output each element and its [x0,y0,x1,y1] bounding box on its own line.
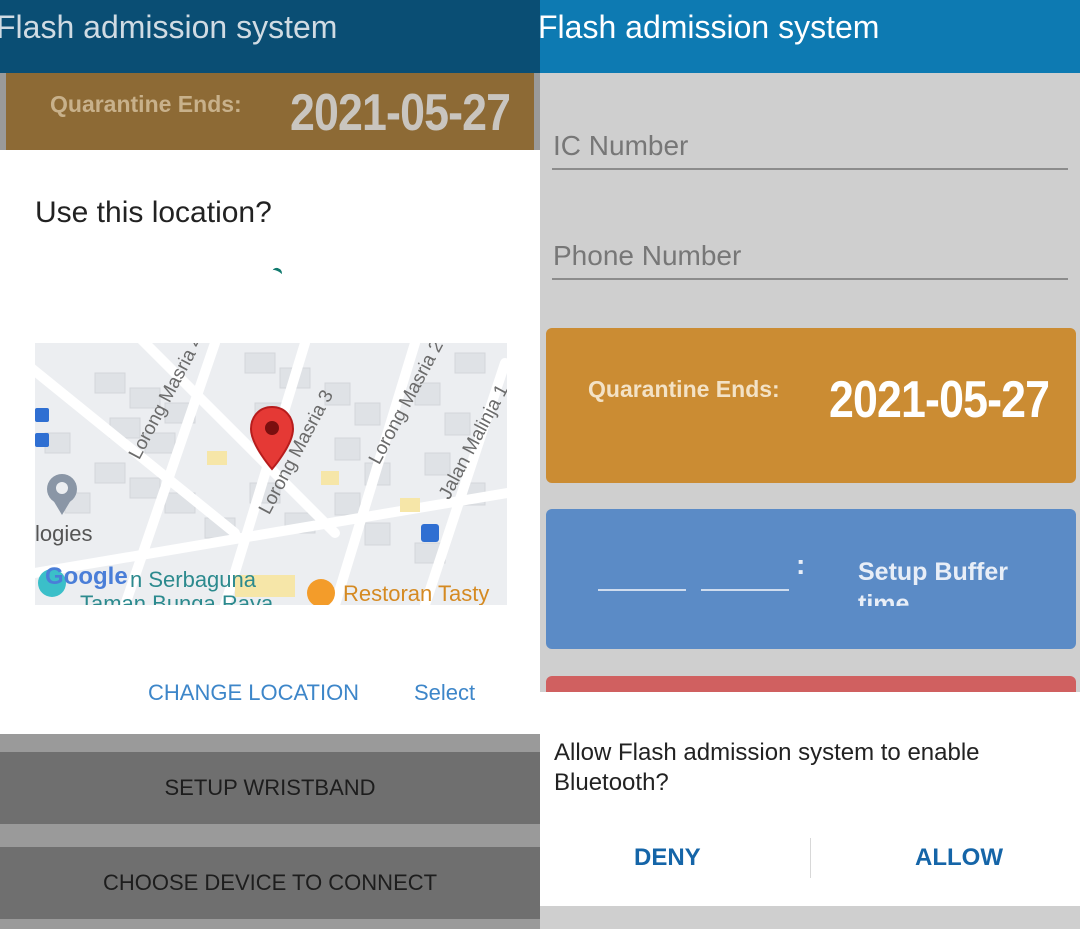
dialog-title: Use this location? [35,196,272,229]
loading-spinner-icon [270,266,284,279]
quarantine-label: Quarantine Ends: [588,376,780,402]
app-title: Flash admission system [540,9,880,45]
choose-device-button[interactable]: CHOOSE DEVICE TO CONNECT [0,847,540,919]
setup-buffer-label: Setup Buffer time [858,558,1008,606]
buffer-hours-input[interactable] [598,589,686,591]
setup-wristband-button[interactable]: SETUP WRISTBAND [0,752,540,824]
phone-number-underline [552,278,1068,280]
place-label: n Serbaguna [130,567,256,592]
location-dialog: Use this location? Lorong Masria 4 Loron… [0,150,540,734]
left-screen: Flash admission system Quarantine Ends: … [0,0,540,929]
button-divider [810,838,811,878]
app-bar: Flash admission system [540,0,1080,73]
app-bar: Flash admission system [0,0,540,73]
select-button[interactable]: Select [414,680,475,706]
place-label: logies [35,521,93,546]
buffer-minutes-input[interactable] [701,589,789,591]
quarantine-date: 2021-05-27 [290,84,511,142]
deny-button[interactable]: DENY [634,844,701,872]
quarantine-date: 2021-05-27 [829,371,1050,429]
change-location-button[interactable]: CHANGE LOCATION [148,680,359,706]
quarantine-card: Quarantine Ends: 2021-05-27 [546,328,1076,483]
bluetooth-message: Allow Flash admission system to enable B… [554,739,980,796]
bluetooth-permission-dialog: Allow Flash admission system to enable B… [540,692,1080,906]
map-preview[interactable]: Lorong Masria 4 Lorong Masria 3 Lorong M… [35,343,507,605]
buffer-time-card[interactable]: : Setup Buffer time [546,509,1076,649]
allow-button[interactable]: ALLOW [915,844,1003,872]
google-logo: Google [45,563,128,590]
time-separator: : [796,549,806,580]
ic-number-underline [552,168,1068,170]
quarantine-card: Quarantine Ends: 2021-05-27 [6,73,534,150]
phone-number-input[interactable]: Phone Number [553,240,741,272]
place-label: Restoran Tasty [343,581,490,605]
place-label: Taman Bunga Raya [80,591,274,605]
bottom-strip [540,906,1080,929]
ic-number-input[interactable]: IC Number [553,130,688,162]
quarantine-label: Quarantine Ends: [50,91,242,117]
app-title: Flash admission system [0,9,338,45]
